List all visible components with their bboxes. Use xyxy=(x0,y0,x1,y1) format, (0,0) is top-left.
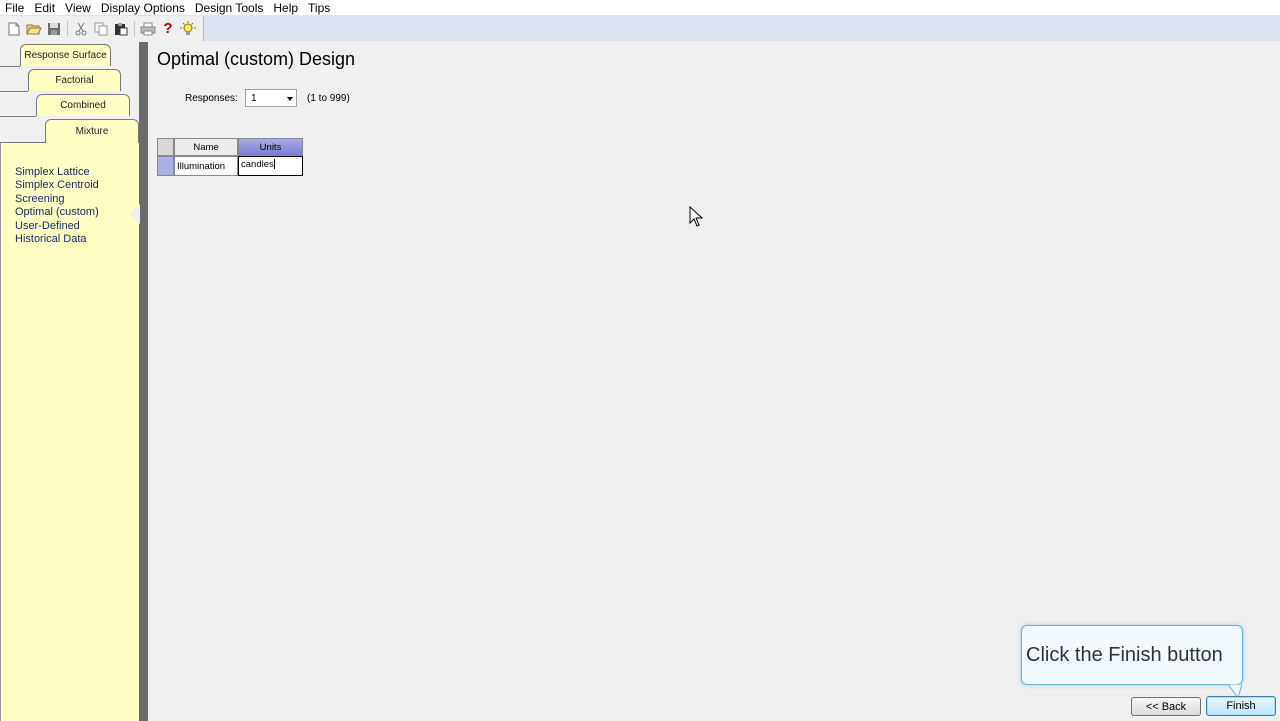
column-header-name: Name xyxy=(174,138,238,156)
panel-splitter[interactable] xyxy=(139,42,148,721)
tab-response-surface[interactable]: Response Surface xyxy=(20,44,111,66)
tab-divider xyxy=(0,116,36,117)
toolbar: ? xyxy=(0,16,1280,41)
selection-pointer xyxy=(129,204,140,224)
tab-combined[interactable]: Combined xyxy=(36,94,130,116)
grid-corner xyxy=(157,138,174,156)
paste-icon[interactable] xyxy=(111,19,131,39)
toolbar-separator xyxy=(134,20,135,37)
cell-name[interactable]: Illumination xyxy=(174,156,238,176)
finish-button[interactable]: Finish xyxy=(1206,696,1276,716)
toolbar-buttons: ? xyxy=(0,16,204,41)
text-caret xyxy=(273,159,275,169)
toolbar-empty-area xyxy=(204,16,1280,41)
mouse-cursor-icon xyxy=(689,205,704,230)
column-header-units: Units xyxy=(238,138,303,156)
menu-design-tools[interactable]: Design Tools xyxy=(190,1,268,15)
design-optimal-custom[interactable]: Optimal (custom) xyxy=(15,206,99,219)
responses-range: (1 to 999) xyxy=(307,93,350,104)
cell-units[interactable]: candles xyxy=(238,156,303,176)
design-screening[interactable]: Screening xyxy=(15,193,99,206)
responses-value: 1 xyxy=(251,92,257,104)
save-icon[interactable] xyxy=(44,19,64,39)
menu-help[interactable]: Help xyxy=(268,1,303,15)
new-icon[interactable] xyxy=(4,19,24,39)
row-header[interactable] xyxy=(157,156,174,176)
menu-tips[interactable]: Tips xyxy=(303,1,335,15)
tab-divider xyxy=(0,91,28,92)
tab-factorial[interactable]: Factorial xyxy=(28,69,121,91)
back-button[interactable]: << Back xyxy=(1131,697,1201,716)
mixture-design-list: Simplex Lattice Simplex Centroid Screeni… xyxy=(15,166,99,246)
design-historical-data[interactable]: Historical Data xyxy=(15,233,99,246)
help-icon[interactable]: ? xyxy=(158,19,178,39)
menu-display-options[interactable]: Display Options xyxy=(96,1,190,15)
menu-view[interactable]: View xyxy=(60,1,96,15)
tip-icon[interactable] xyxy=(178,19,198,39)
cell-units-text: candles xyxy=(241,159,274,170)
design-simplex-centroid[interactable]: Simplex Centroid xyxy=(15,179,99,192)
page-title: Optimal (custom) Design xyxy=(157,49,356,69)
toolbar-separator xyxy=(67,20,68,37)
print-icon[interactable] xyxy=(138,19,158,39)
design-simplex-lattice[interactable]: Simplex Lattice xyxy=(15,166,99,179)
chevron-down-icon xyxy=(287,97,293,101)
responses-label: Responses: xyxy=(185,93,238,104)
menu-file[interactable]: File xyxy=(0,1,29,15)
instruction-callout: Click the Finish button xyxy=(1021,625,1243,685)
menu-edit[interactable]: Edit xyxy=(29,1,60,15)
tab-mixture[interactable]: Mixture xyxy=(45,119,139,143)
cut-icon[interactable] xyxy=(71,19,91,39)
copy-icon[interactable] xyxy=(91,19,111,39)
open-icon[interactable] xyxy=(24,19,44,39)
tab-divider xyxy=(0,66,20,67)
menu-bar: File Edit View Display Options Design To… xyxy=(0,0,1280,16)
design-user-defined[interactable]: User-Defined xyxy=(15,220,99,233)
responses-select[interactable]: 1 xyxy=(245,89,297,107)
